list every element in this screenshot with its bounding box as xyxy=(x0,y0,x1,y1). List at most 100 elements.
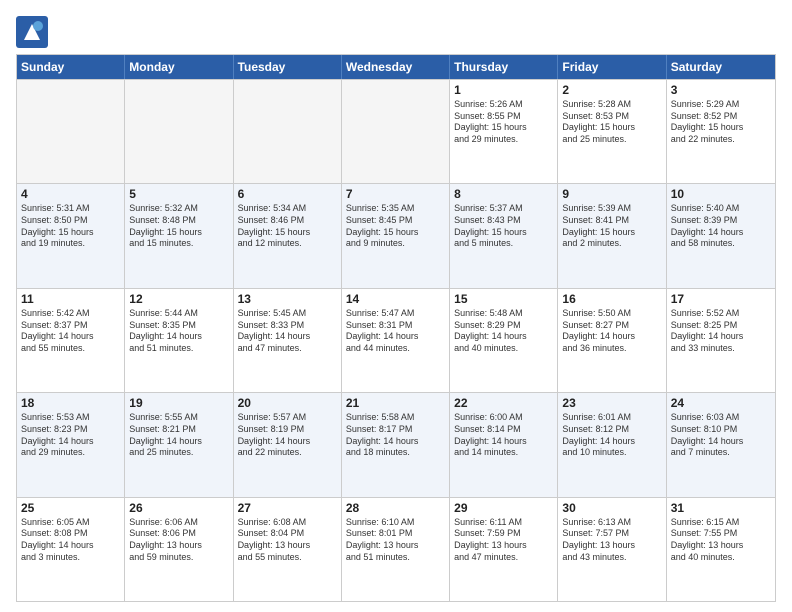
day-number: 27 xyxy=(238,501,337,515)
day-number: 13 xyxy=(238,292,337,306)
cell-info-line: and 5 minutes. xyxy=(454,238,553,250)
day-number: 10 xyxy=(671,187,771,201)
cell-info-line: and 58 minutes. xyxy=(671,238,771,250)
day-cell-28: 28Sunrise: 6:10 AMSunset: 8:01 PMDayligh… xyxy=(342,498,450,601)
cell-info-line: Sunrise: 5:58 AM xyxy=(346,412,445,424)
cell-info-line: and 47 minutes. xyxy=(454,552,553,564)
day-number: 17 xyxy=(671,292,771,306)
cell-info-line: Daylight: 14 hours xyxy=(21,436,120,448)
calendar-row-4: 25Sunrise: 6:05 AMSunset: 8:08 PMDayligh… xyxy=(17,497,775,601)
day-number: 8 xyxy=(454,187,553,201)
day-number: 26 xyxy=(129,501,228,515)
cell-info-line: Daylight: 13 hours xyxy=(238,540,337,552)
cell-info-line: Sunset: 8:23 PM xyxy=(21,424,120,436)
calendar-row-1: 4Sunrise: 5:31 AMSunset: 8:50 PMDaylight… xyxy=(17,183,775,287)
day-cell-3: 3Sunrise: 5:29 AMSunset: 8:52 PMDaylight… xyxy=(667,80,775,183)
cell-info-line: and 44 minutes. xyxy=(346,343,445,355)
cell-info-line: Sunset: 8:52 PM xyxy=(671,111,771,123)
cell-info-line: Sunset: 8:33 PM xyxy=(238,320,337,332)
cell-info-line: and 7 minutes. xyxy=(671,447,771,459)
cell-info-line: Sunrise: 6:11 AM xyxy=(454,517,553,529)
cell-info-line: and 40 minutes. xyxy=(671,552,771,564)
day-number: 7 xyxy=(346,187,445,201)
day-cell-7: 7Sunrise: 5:35 AMSunset: 8:45 PMDaylight… xyxy=(342,184,450,287)
calendar-body: 1Sunrise: 5:26 AMSunset: 8:55 PMDaylight… xyxy=(17,79,775,601)
cell-info-line: Sunset: 7:57 PM xyxy=(562,528,661,540)
cell-info-line: Daylight: 14 hours xyxy=(129,436,228,448)
day-header-sunday: Sunday xyxy=(17,55,125,79)
day-cell-20: 20Sunrise: 5:57 AMSunset: 8:19 PMDayligh… xyxy=(234,393,342,496)
day-number: 11 xyxy=(21,292,120,306)
calendar-row-3: 18Sunrise: 5:53 AMSunset: 8:23 PMDayligh… xyxy=(17,392,775,496)
day-number: 21 xyxy=(346,396,445,410)
cell-info-line: Daylight: 13 hours xyxy=(671,540,771,552)
cell-info-line: and 3 minutes. xyxy=(21,552,120,564)
cell-info-line: Sunset: 8:39 PM xyxy=(671,215,771,227)
day-number: 25 xyxy=(21,501,120,515)
cell-info-line: and 33 minutes. xyxy=(671,343,771,355)
cell-info-line: Sunrise: 6:01 AM xyxy=(562,412,661,424)
cell-info-line: Daylight: 13 hours xyxy=(346,540,445,552)
calendar-row-2: 11Sunrise: 5:42 AMSunset: 8:37 PMDayligh… xyxy=(17,288,775,392)
day-number: 24 xyxy=(671,396,771,410)
day-cell-17: 17Sunrise: 5:52 AMSunset: 8:25 PMDayligh… xyxy=(667,289,775,392)
cell-info-line: Sunset: 7:59 PM xyxy=(454,528,553,540)
day-number: 14 xyxy=(346,292,445,306)
day-number: 29 xyxy=(454,501,553,515)
cell-info-line: and 19 minutes. xyxy=(21,238,120,250)
cell-info-line: Sunset: 7:55 PM xyxy=(671,528,771,540)
cell-info-line: and 25 minutes. xyxy=(562,134,661,146)
empty-cell xyxy=(342,80,450,183)
day-cell-6: 6Sunrise: 5:34 AMSunset: 8:46 PMDaylight… xyxy=(234,184,342,287)
cell-info-line: and 36 minutes. xyxy=(562,343,661,355)
day-cell-30: 30Sunrise: 6:13 AMSunset: 7:57 PMDayligh… xyxy=(558,498,666,601)
cell-info-line: and 2 minutes. xyxy=(562,238,661,250)
day-cell-4: 4Sunrise: 5:31 AMSunset: 8:50 PMDaylight… xyxy=(17,184,125,287)
day-header-monday: Monday xyxy=(125,55,233,79)
day-cell-19: 19Sunrise: 5:55 AMSunset: 8:21 PMDayligh… xyxy=(125,393,233,496)
day-number: 4 xyxy=(21,187,120,201)
cell-info-line: Sunset: 8:53 PM xyxy=(562,111,661,123)
day-number: 9 xyxy=(562,187,661,201)
cell-info-line: Daylight: 13 hours xyxy=(129,540,228,552)
cell-info-line: and 12 minutes. xyxy=(238,238,337,250)
cell-info-line: Daylight: 15 hours xyxy=(454,122,553,134)
cell-info-line: Sunrise: 5:28 AM xyxy=(562,99,661,111)
cell-info-line: Sunrise: 5:47 AM xyxy=(346,308,445,320)
cell-info-line: Daylight: 15 hours xyxy=(238,227,337,239)
day-number: 19 xyxy=(129,396,228,410)
cell-info-line: Daylight: 15 hours xyxy=(454,227,553,239)
cell-info-line: Daylight: 14 hours xyxy=(562,436,661,448)
cell-info-line: and 51 minutes. xyxy=(346,552,445,564)
header xyxy=(16,16,776,44)
cell-info-line: Sunset: 8:08 PM xyxy=(21,528,120,540)
cell-info-line: Sunrise: 5:35 AM xyxy=(346,203,445,215)
cell-info-line: Sunrise: 6:00 AM xyxy=(454,412,553,424)
cell-info-line: Sunrise: 5:32 AM xyxy=(129,203,228,215)
day-cell-25: 25Sunrise: 6:05 AMSunset: 8:08 PMDayligh… xyxy=(17,498,125,601)
cell-info-line: Sunrise: 5:50 AM xyxy=(562,308,661,320)
cell-info-line: Sunset: 8:45 PM xyxy=(346,215,445,227)
cell-info-line: Daylight: 14 hours xyxy=(346,331,445,343)
cell-info-line: Daylight: 14 hours xyxy=(562,331,661,343)
day-number: 5 xyxy=(129,187,228,201)
cell-info-line: Daylight: 14 hours xyxy=(238,436,337,448)
cell-info-line: and 59 minutes. xyxy=(129,552,228,564)
cell-info-line: Sunrise: 5:42 AM xyxy=(21,308,120,320)
cell-info-line: Daylight: 15 hours xyxy=(21,227,120,239)
cell-info-line: Sunset: 8:46 PM xyxy=(238,215,337,227)
day-header-friday: Friday xyxy=(558,55,666,79)
cell-info-line: Sunrise: 5:31 AM xyxy=(21,203,120,215)
calendar-row-0: 1Sunrise: 5:26 AMSunset: 8:55 PMDaylight… xyxy=(17,79,775,183)
logo-icon xyxy=(16,16,44,44)
cell-info-line: Sunrise: 6:15 AM xyxy=(671,517,771,529)
day-cell-26: 26Sunrise: 6:06 AMSunset: 8:06 PMDayligh… xyxy=(125,498,233,601)
day-cell-24: 24Sunrise: 6:03 AMSunset: 8:10 PMDayligh… xyxy=(667,393,775,496)
cell-info-line: Daylight: 14 hours xyxy=(671,436,771,448)
cell-info-line: Sunset: 8:17 PM xyxy=(346,424,445,436)
cell-info-line: and 22 minutes. xyxy=(238,447,337,459)
day-number: 12 xyxy=(129,292,228,306)
cell-info-line: and 47 minutes. xyxy=(238,343,337,355)
cell-info-line: Sunset: 8:21 PM xyxy=(129,424,228,436)
day-header-tuesday: Tuesday xyxy=(234,55,342,79)
